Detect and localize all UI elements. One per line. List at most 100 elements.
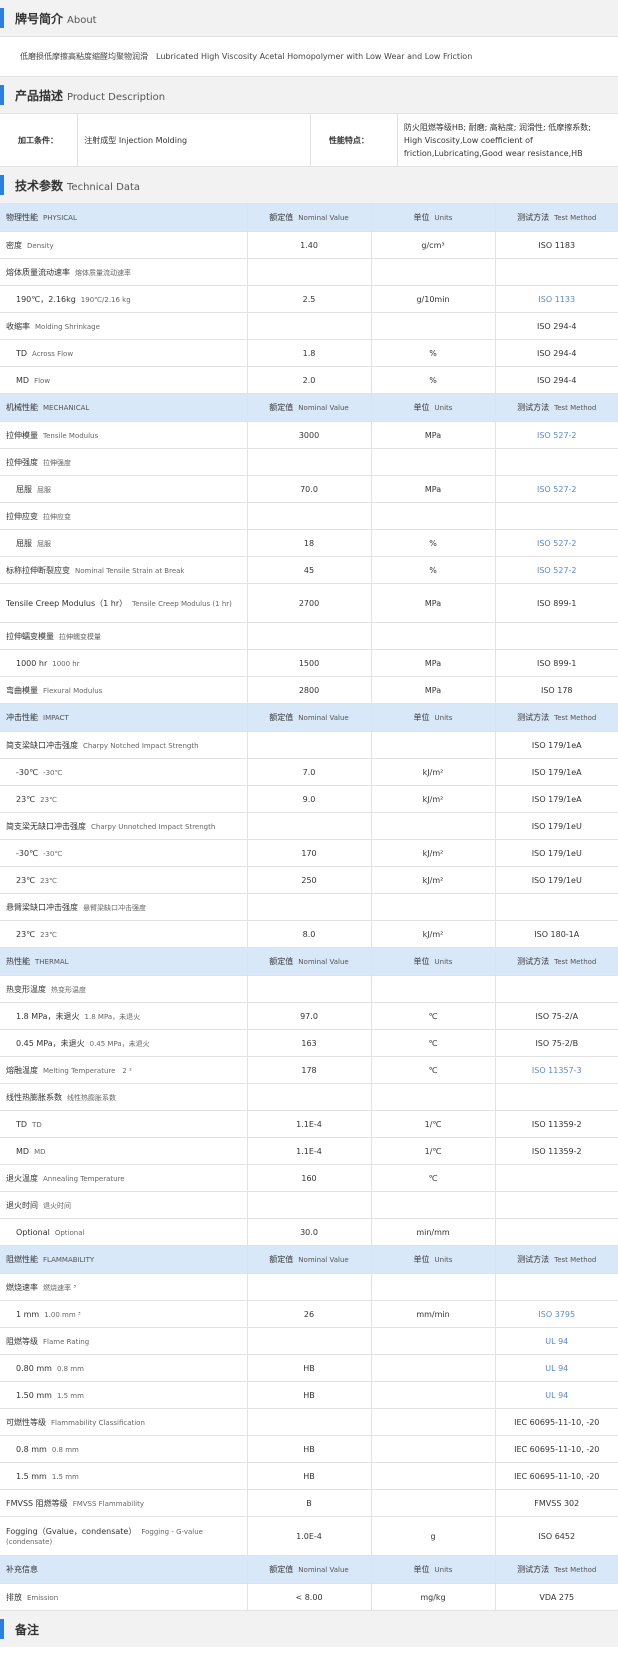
table-row: 简支梁缺口冲击强度 Charpy Notched Impact Strength I… [0, 731, 618, 759]
nominal-value: HB [246, 1354, 371, 1382]
nominal-value: 2700 [246, 583, 371, 623]
about-text-en: Lubricated High Viscosity Acetal Homopol… [156, 52, 473, 61]
nominal-value [246, 1408, 371, 1436]
group-name: 冲击性能 IMPACT [0, 703, 247, 732]
test-method[interactable]: UL 94 [494, 1381, 618, 1409]
property-name: 简支梁缺口冲击强度 Charpy Notched Impact Strength [0, 731, 247, 759]
method-header: 测试方法 Test Method [494, 1245, 618, 1274]
unit-value: g/cm³ [370, 231, 495, 259]
test-method[interactable]: ISO 1133 [494, 285, 618, 313]
table-group-header: 物理性能 PHYSICAL 额定值 Nominal Value 单位 Units 测试方法 T… [0, 204, 618, 232]
test-method[interactable]: ISO 527-2 [494, 421, 618, 449]
table-row: 收缩率 Molding Shrinkage ISO 294-4 [0, 312, 618, 340]
test-method: ISO 294-4 [494, 366, 618, 394]
notes-section-header: 备注 [0, 1611, 618, 1647]
nominal-value: 250 [246, 866, 371, 894]
test-method [494, 258, 618, 286]
property-name: FMVSS 阻燃等级 FMVSS Flammability [0, 1489, 247, 1517]
unit-value [370, 448, 495, 476]
test-method [494, 1191, 618, 1219]
test-method [494, 622, 618, 650]
property-name: 弯曲模量 Flexural Modulus [0, 676, 247, 704]
unit-value: 1/℃ [370, 1110, 495, 1138]
test-method: IEC 60695-11-10, -20 [494, 1462, 618, 1490]
property-name: 拉伸应变 拉伸应变 [0, 502, 247, 530]
table-group-header: 热性能 THERMAL 额定值 Nominal Value 单位 Units 测试方法 Tes… [0, 947, 618, 976]
table-group-header: 机械性能 MECHANICAL 额定值 Nominal Value 单位 Units 测试方… [0, 393, 618, 422]
table-group-header: 冲击性能 IMPACT 额定值 Nominal Value 单位 Units 测试方法 Tes… [0, 703, 618, 732]
nominal-value: 9.0 [246, 785, 371, 813]
table-row: 1.50 mm 1.5 mm HB UL 94 [0, 1381, 618, 1409]
property-name: 1.50 mm 1.5 mm [0, 1381, 247, 1409]
nominal-value: 45 [246, 556, 371, 584]
nominal-value: 1.0E-4 [246, 1516, 371, 1556]
property-name: TD TD [0, 1110, 247, 1138]
units-header: 单位 Units [370, 393, 495, 422]
method-header: 测试方法 Test Method [494, 204, 618, 232]
test-method: ISO 179/1eU [494, 839, 618, 867]
property-name: TD Across Flow [0, 339, 247, 367]
test-method: ISO 75-2/B [494, 1029, 618, 1057]
test-method[interactable]: ISO 527-2 [494, 475, 618, 503]
table-row: 悬臂梁缺口冲击强度 悬臂梁缺口冲击强度 [0, 893, 618, 921]
unit-value [370, 1191, 495, 1219]
unit-value: kJ/m² [370, 758, 495, 786]
table-row: 23℃ 23℃ 250 kJ/m² ISO 179/1eU [0, 866, 618, 894]
table-row: 燃烧速率 燃烧速率 ³ [0, 1273, 618, 1301]
test-method: ISO 75-2/A [494, 1002, 618, 1030]
property-name: 可燃性等级 Flammability Classification [0, 1408, 247, 1436]
group-name: 热性能 THERMAL [0, 947, 247, 976]
table-row: Optional Optional 30.0 min/mm [0, 1218, 618, 1246]
test-method[interactable]: ISO 11357-3 [494, 1056, 618, 1084]
nominal-header: 额定值 Nominal Value [246, 947, 371, 976]
test-method: ISO 294-4 [494, 339, 618, 367]
nominal-value: B [246, 1489, 371, 1517]
section-accent-bar [0, 85, 4, 105]
unit-value [370, 622, 495, 650]
nominal-value: 1500 [246, 649, 371, 677]
property-name: 排放 Emission [0, 1583, 247, 1611]
section-accent-bar [0, 8, 4, 28]
property-name: 23℃ 23℃ [0, 785, 247, 813]
test-method [494, 975, 618, 1003]
unit-value: MPa [370, 421, 495, 449]
test-method[interactable]: ISO 527-2 [494, 556, 618, 584]
method-header: 测试方法 Test Method [494, 393, 618, 422]
table-row: 可燃性等级 Flammability Classification IEC 6069… [0, 1408, 618, 1436]
nominal-value: 2.0 [246, 366, 371, 394]
nominal-value: HB [246, 1462, 371, 1490]
test-method: ISO 179/1eA [494, 758, 618, 786]
property-name: 1.5 mm 1.5 mm [0, 1462, 247, 1490]
unit-value: kJ/m² [370, 785, 495, 813]
units-header: 单位 Units [370, 204, 495, 232]
property-name: 0.8 mm 0.8 mm [0, 1435, 247, 1463]
property-name: 密度 Density [0, 231, 247, 259]
unit-value: kJ/m² [370, 920, 495, 948]
table-row: 屈服 屈服 70.0 MPa ISO 527-2 [0, 475, 618, 503]
nominal-value [246, 502, 371, 530]
test-method[interactable]: ISO 527-2 [494, 529, 618, 557]
property-name: 简支梁无缺口冲击强度 Charpy Unnotched Impact Streng… [0, 812, 247, 840]
notes-title: 备注 [15, 1622, 40, 1637]
table-row: 0.80 mm 0.8 mm HB UL 94 [0, 1354, 618, 1382]
nominal-value: 30.0 [246, 1218, 371, 1246]
unit-value [370, 1354, 495, 1382]
unit-value [370, 502, 495, 530]
unit-value [370, 1381, 495, 1409]
nominal-value [246, 975, 371, 1003]
test-method[interactable]: UL 94 [494, 1327, 618, 1355]
table-row: 1 mm 1.00 mm ³ 26 mm/min ISO 3795 [0, 1300, 618, 1328]
technical-data-table: 物理性能 PHYSICAL 额定值 Nominal Value 单位 Units 测试方法 T… [0, 204, 618, 1611]
test-method[interactable]: ISO 3795 [494, 1300, 618, 1328]
group-name: 补充信息 [0, 1555, 247, 1584]
about-text: 低磨损低摩擦高粘度缩醛均聚物润滑 Lubricated High Viscosi… [0, 37, 618, 77]
unit-value: % [370, 339, 495, 367]
description-title: 产品描述 Product Description [15, 88, 166, 103]
nominal-value: < 8.00 [246, 1583, 371, 1611]
property-name: 0.45 MPa，未退火 0.45 MPa，未退火 [0, 1029, 247, 1057]
property-name: MD Flow [0, 366, 247, 394]
test-method[interactable]: UL 94 [494, 1354, 618, 1382]
nominal-header: 额定值 Nominal Value [246, 204, 371, 232]
nominal-value: 8.0 [246, 920, 371, 948]
nominal-value [246, 731, 371, 759]
